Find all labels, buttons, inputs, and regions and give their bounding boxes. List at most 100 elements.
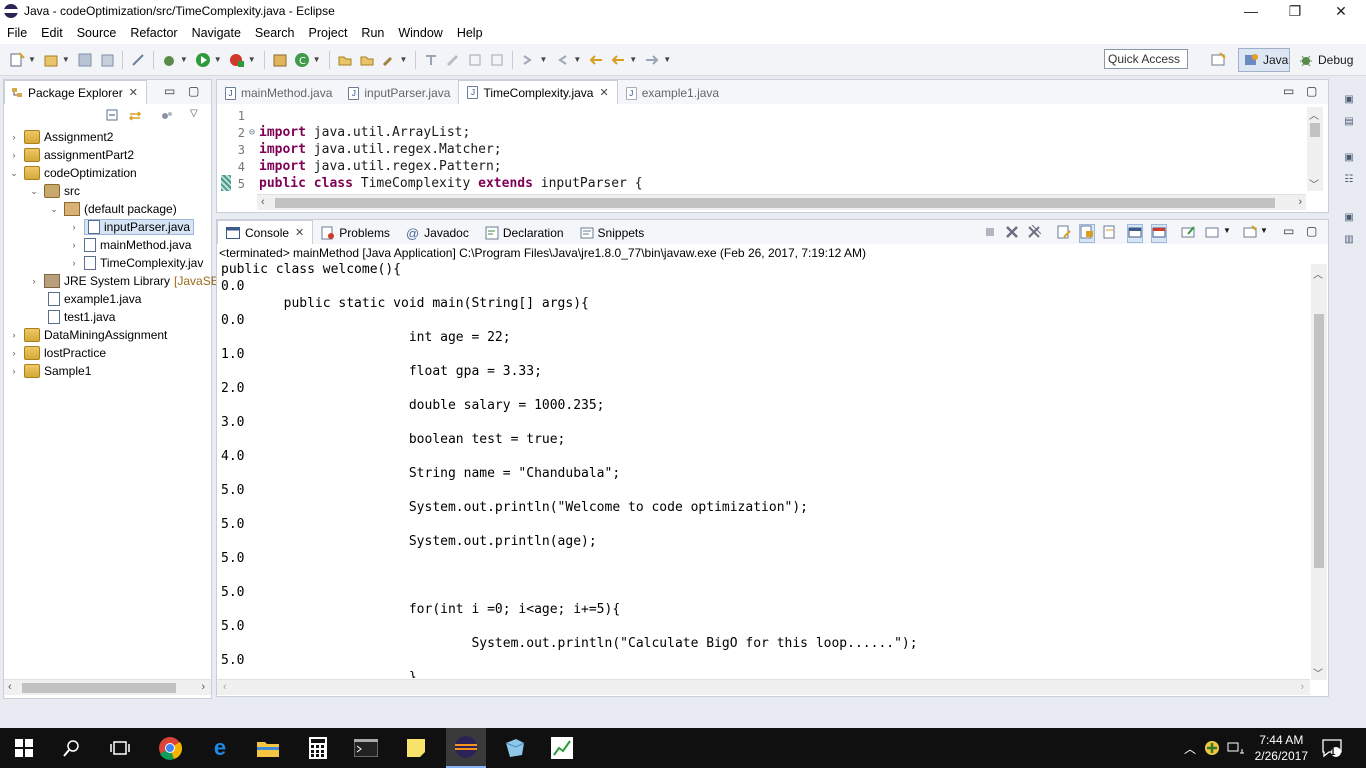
remove-launch-icon[interactable] [1005, 225, 1019, 242]
link-with-editor-icon[interactable] [128, 109, 142, 126]
tab-mainmethod[interactable]: JmainMethod.java [217, 82, 340, 104]
chart-app-icon[interactable] [550, 736, 574, 760]
close-icon[interactable]: ✕ [599, 86, 608, 99]
scroll-thumb[interactable] [22, 683, 176, 693]
collapse-icon[interactable]: ⌄ [8, 168, 20, 179]
tab-package-explorer[interactable]: Package Explorer ✕ [4, 80, 147, 104]
scroll-right-icon[interactable]: › [201, 681, 205, 693]
maximize-button[interactable]: ❐ [1272, 0, 1318, 22]
search-icon[interactable] [60, 736, 84, 760]
command-prompt-icon[interactable] [354, 736, 378, 760]
scroll-left-icon[interactable]: ‹ [8, 681, 12, 693]
prev-annotation-icon[interactable] [554, 52, 570, 68]
tab-javadoc[interactable]: @ Javadoc [398, 222, 477, 244]
tab-example1[interactable]: Jexample1.java [618, 82, 727, 104]
forward-icon[interactable] [644, 52, 660, 68]
tree-item-lostpractice[interactable]: › lostPractice [8, 344, 106, 362]
new-class-icon[interactable]: C [294, 52, 310, 68]
maximize-view-icon[interactable]: ▢ [1306, 84, 1317, 98]
menu-file[interactable]: File [0, 26, 34, 40]
edge-icon[interactable]: e [208, 735, 232, 760]
expand-icon[interactable]: › [8, 132, 20, 142]
show-whitespace-icon[interactable] [467, 52, 483, 68]
scroll-down-icon[interactable]: ﹀ [1309, 176, 1319, 191]
tree-item-assignmentpart2[interactable]: › assignmentPart2 [8, 146, 134, 164]
file-explorer-icon[interactable] [256, 736, 280, 760]
security-tray-icon[interactable] [1200, 736, 1224, 760]
windows-start-icon[interactable] [12, 736, 36, 760]
debug-perspective-button[interactable]: Debug [1294, 48, 1360, 72]
coverage-icon[interactable] [229, 52, 245, 68]
pin-console-icon[interactable] [1181, 225, 1195, 242]
code-area[interactable]: 1 2 ⊖ import java.util.ArrayList; 3 import … [217, 107, 1305, 191]
menu-search[interactable]: Search [248, 26, 302, 40]
restore-icon[interactable]: ▣ [1341, 91, 1357, 107]
cube-app-icon[interactable] [502, 736, 526, 760]
expand-icon[interactable]: › [8, 150, 20, 160]
last-edit-icon[interactable] [588, 52, 604, 68]
menu-run[interactable]: Run [354, 26, 391, 40]
close-icon[interactable]: ✕ [295, 226, 304, 239]
menu-navigate[interactable]: Navigate [185, 26, 248, 40]
expand-icon[interactable]: › [68, 240, 80, 250]
dropdown-arrow-icon[interactable]: ▼ [1223, 226, 1231, 235]
expand-icon[interactable]: › [28, 276, 40, 286]
scroll-down-icon[interactable]: ﹀ [1313, 665, 1323, 680]
tree-item-example1[interactable]: example1.java [48, 290, 141, 308]
open-task-icon[interactable] [359, 52, 375, 68]
save-all-icon[interactable] [99, 52, 115, 68]
back-icon[interactable] [610, 52, 626, 68]
scroll-right-icon[interactable]: › [1300, 681, 1304, 693]
scroll-left-icon[interactable]: ‹ [261, 196, 265, 208]
sticky-notes-icon[interactable] [404, 736, 428, 760]
menu-help[interactable]: Help [450, 26, 490, 40]
chrome-icon[interactable] [158, 736, 182, 760]
console-vscrollbar[interactable]: ︿ ﹀ [1311, 264, 1327, 680]
menu-refactor[interactable]: Refactor [123, 26, 184, 40]
open-perspective-icon[interactable] [1210, 52, 1226, 68]
remove-all-icon[interactable] [1027, 224, 1042, 242]
expand-icon[interactable]: › [8, 366, 20, 376]
tree-item-sample1[interactable]: › Sample1 [8, 362, 91, 380]
tree-item-src[interactable]: ⌄ src [28, 182, 80, 200]
tab-inputparser[interactable]: JinputParser.java [340, 82, 458, 104]
scroll-left-icon[interactable]: ‹ [223, 681, 227, 693]
close-button[interactable]: ✕ [1318, 0, 1364, 22]
task-list-icon[interactable]: ▤ [1341, 113, 1357, 129]
word-wrap-icon[interactable] [1103, 225, 1117, 242]
tree-item-default-package[interactable]: ⌄ (default package) [48, 200, 177, 218]
minimize-view-icon[interactable]: ▭ [1283, 84, 1294, 98]
expand-icon[interactable]: › [8, 330, 20, 340]
tree-item-codeoptimization[interactable]: ⌄ codeOptimization [8, 164, 137, 182]
maximize-view-icon[interactable]: ▢ [188, 84, 199, 98]
tree-item-jre-library[interactable]: › JRE System Library [JavaSE- [28, 272, 223, 290]
tab-snippets[interactable]: Snippets [572, 222, 653, 244]
next-annotation-icon[interactable] [520, 52, 536, 68]
expand-icon[interactable]: › [68, 222, 80, 232]
calculator-icon[interactable] [306, 736, 330, 760]
palette-icon[interactable]: ▥ [1341, 231, 1357, 247]
show-console-on-output-icon[interactable] [1127, 224, 1143, 243]
quick-access-field[interactable]: Quick Access [1104, 49, 1188, 69]
restore-icon[interactable]: ▣ [1341, 149, 1357, 165]
tab-declaration[interactable]: Declaration [477, 222, 572, 244]
restore-icon[interactable]: ▣ [1341, 209, 1357, 225]
terminate-icon[interactable] [983, 225, 997, 242]
tree-item-timecomplexity[interactable]: › TimeComplexity.jav [68, 254, 203, 272]
scroll-thumb[interactable] [1310, 123, 1320, 137]
tree-item-dataminingassignment[interactable]: › DataMiningAssignment [8, 326, 167, 344]
eclipse-taskbar-icon[interactable] [446, 728, 486, 768]
scroll-up-icon[interactable]: ︿ [1309, 107, 1319, 122]
save-icon[interactable] [77, 52, 93, 68]
fold-icon[interactable]: ⊖ [249, 127, 259, 138]
minimize-view-icon[interactable]: ▭ [1283, 224, 1294, 238]
new-icon[interactable] [9, 51, 25, 68]
system-clock[interactable]: 7:44 AM 2/26/2017 [1255, 732, 1308, 764]
toggle-mark-icon[interactable] [130, 52, 146, 68]
new-java-project-icon[interactable] [272, 52, 288, 68]
annotation-icon[interactable] [423, 52, 439, 68]
menu-window[interactable]: Window [391, 26, 449, 40]
search-tool-icon[interactable] [381, 52, 397, 68]
highlight-icon[interactable] [445, 52, 461, 68]
tab-problems[interactable]: Problems [313, 222, 398, 244]
